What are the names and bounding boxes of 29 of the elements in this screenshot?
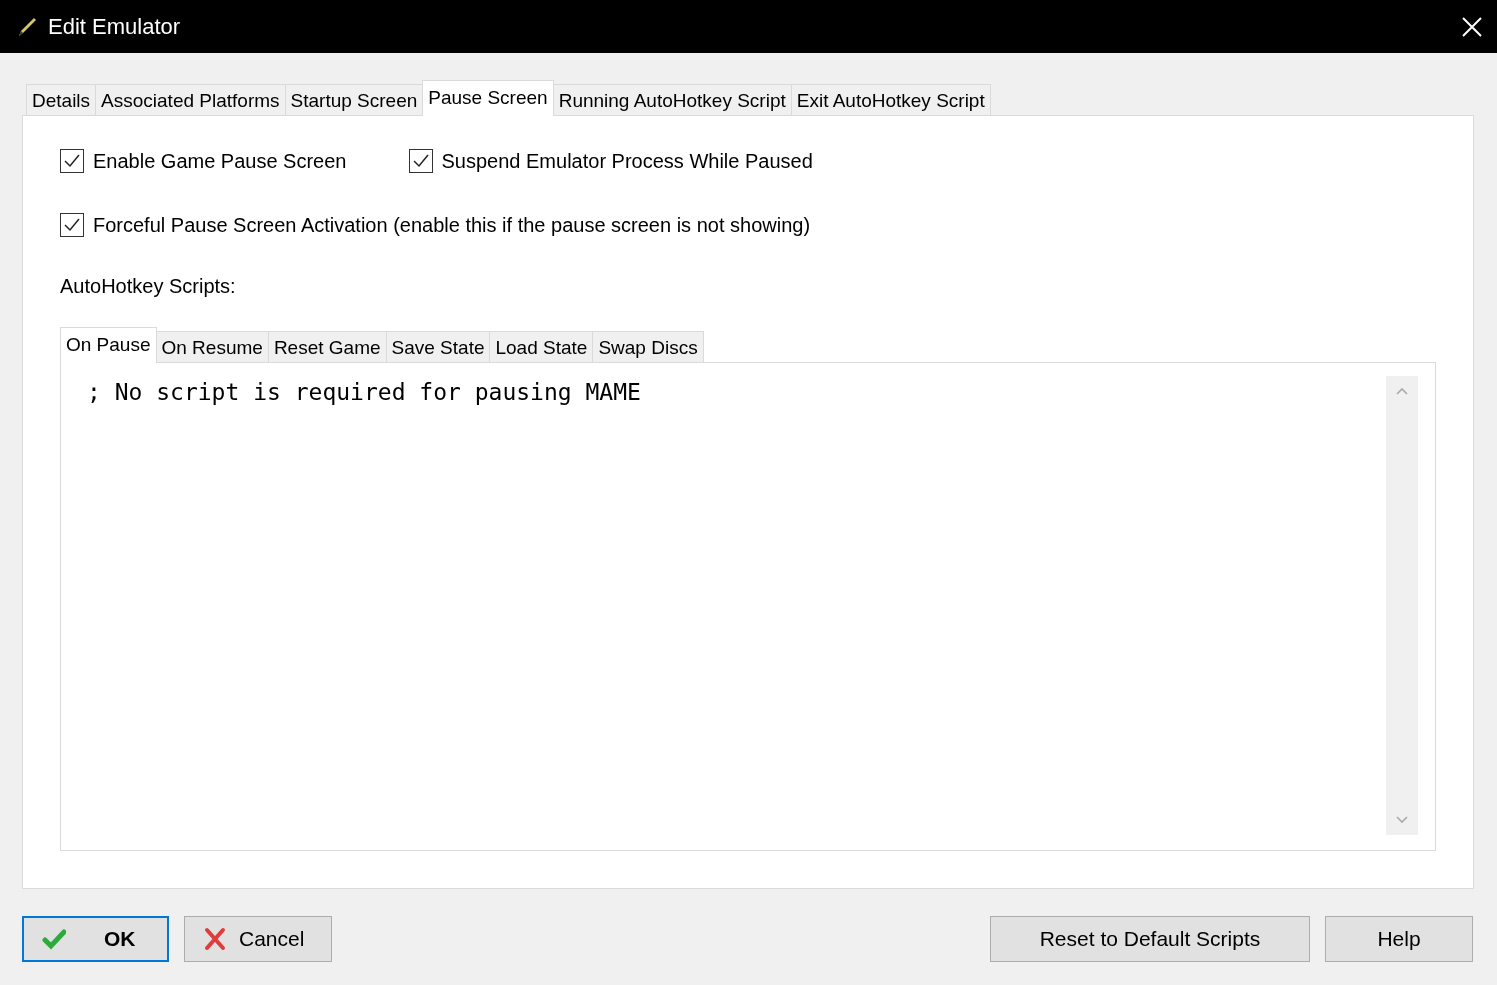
tab[interactable]: Exit AutoHotkey Script <box>790 84 991 115</box>
checkbox[interactable]: Forceful Pause Screen Activation (enable this if the pause screen is not showing) <box>60 213 811 237</box>
script-tab[interactable]: On Pause <box>60 327 157 363</box>
script-tab[interactable]: Load State <box>489 331 594 362</box>
checkmark-icon <box>411 152 430 170</box>
section-label: AutoHotkey Scripts: <box>60 275 237 298</box>
window-title: Edit Emulator <box>48 13 182 40</box>
checkmark-icon <box>63 216 81 234</box>
cross-icon <box>203 927 227 951</box>
checkmark-icon <box>63 152 81 170</box>
checkmark-icon <box>42 927 66 951</box>
script-tab[interactable]: Reset Game <box>267 331 387 362</box>
chevron-up-icon[interactable] <box>1395 386 1409 396</box>
tab[interactable]: Pause Screen <box>422 80 554 116</box>
checkbox[interactable]: Suspend Emulator Process While Paused <box>408 149 813 173</box>
chevron-down-icon[interactable] <box>1395 815 1409 825</box>
pencil-icon <box>16 15 38 38</box>
script-tab[interactable]: Save State <box>385 331 491 362</box>
close-button[interactable] <box>1461 15 1483 38</box>
dialog-button[interactable]: Help <box>1325 916 1473 962</box>
scrollbar[interactable] <box>1386 376 1418 835</box>
cancel-button[interactable]: Cancel <box>184 916 332 962</box>
script-tab[interactable]: On Resume <box>155 331 269 362</box>
checkbox[interactable]: Enable Game Pause Screen <box>60 149 347 173</box>
tab[interactable]: Details <box>26 84 97 115</box>
script-tab[interactable]: Swap Discs <box>592 331 704 362</box>
ok-button[interactable]: OK <box>22 916 169 962</box>
script-editor[interactable]: ; No script is required for pausing MAME <box>60 362 1436 851</box>
dialog-button[interactable]: Reset to Default Scripts <box>990 916 1310 962</box>
